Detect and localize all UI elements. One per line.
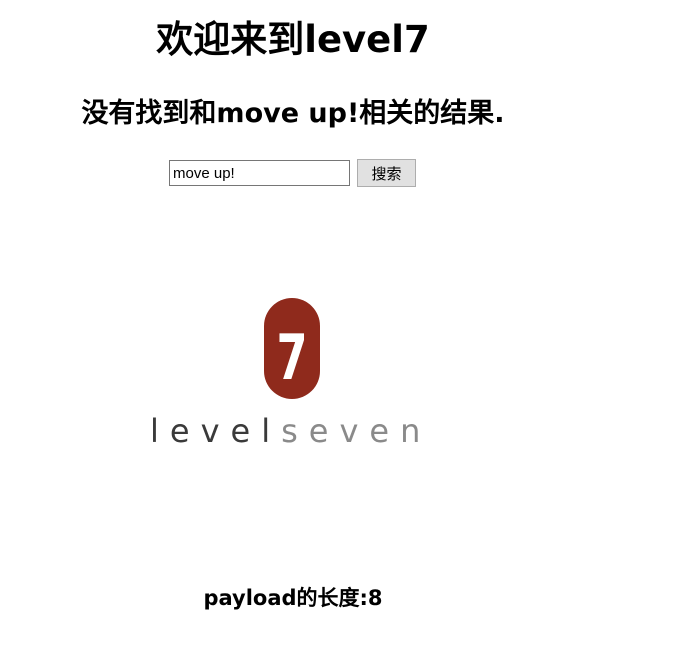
search-result-message: 没有找到和move up!相关的结果. — [81, 98, 505, 129]
logo-wordmark: levelseven — [150, 412, 431, 447]
logo-word-level: level — [150, 412, 281, 447]
search-input[interactable] — [169, 160, 350, 186]
search-form: 搜索 — [169, 159, 416, 187]
page-title: 欢迎来到level7 — [156, 18, 430, 61]
logo-word-seven: seven — [281, 412, 431, 447]
payload-length-text: payload的长度:8 — [203, 586, 383, 610]
logo-badge-number: 7 — [276, 322, 307, 394]
search-button[interactable]: 搜索 — [357, 159, 416, 187]
level7-logo: 7 levelseven — [150, 298, 431, 447]
